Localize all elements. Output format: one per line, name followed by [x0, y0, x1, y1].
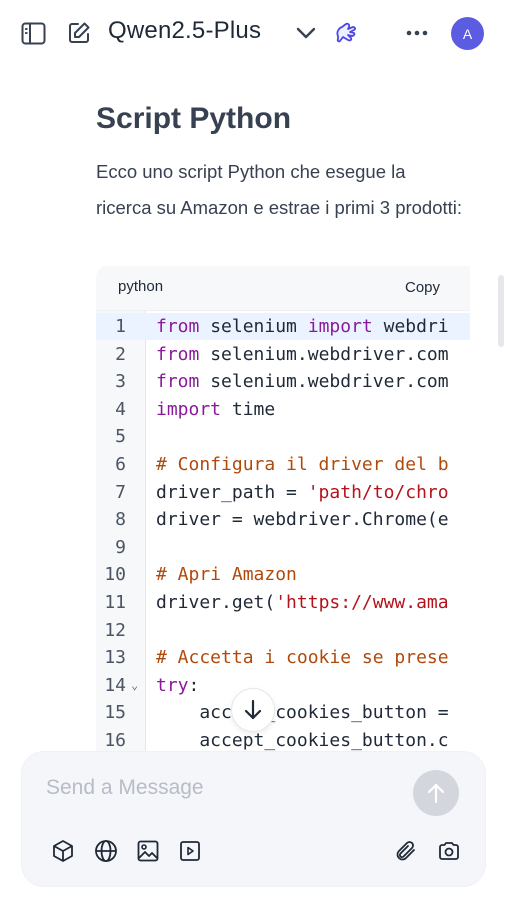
send-button[interactable]	[413, 770, 459, 816]
code-text: from selenium.webdriver.com	[156, 343, 449, 365]
code-line: 8 driver = webdriver.Chrome(e	[96, 506, 470, 534]
code-line: 10 # Apri Amazon	[96, 561, 470, 589]
code-text: driver.get('https://www.ama	[156, 592, 449, 613]
code-line: 6 # Configura il driver del b	[96, 451, 470, 479]
code-text: driver = webdriver.Chrome(e	[156, 509, 449, 531]
code-line: 1 from selenium import webdri	[96, 313, 470, 341]
model-selector[interactable]: Qwen2.5-Plus	[108, 17, 261, 45]
more-options-icon[interactable]	[404, 22, 430, 44]
cube-icon[interactable]	[50, 838, 76, 864]
code-line: 4 import time	[96, 396, 470, 424]
line-number: 3	[115, 371, 126, 393]
code-line: 14 ⌄ try:	[96, 672, 470, 700]
line-number: 8	[115, 509, 126, 531]
paperclip-icon[interactable]	[393, 838, 419, 864]
code-text: from selenium import webdri	[156, 316, 449, 337]
temporary-chat-icon[interactable]	[331, 18, 361, 48]
code-text: accept_cookies_button =	[156, 702, 449, 724]
message-heading: Script Python	[96, 102, 292, 135]
page-scrollbar[interactable]	[498, 275, 504, 347]
sidebar-toggle-icon[interactable]	[20, 20, 47, 47]
line-number: 16	[104, 730, 126, 751]
code-editor: 1 from selenium import webdri 2 from seleni…	[96, 310, 470, 766]
copy-code-button[interactable]: Copy	[405, 279, 440, 296]
line-number: 2	[115, 343, 126, 365]
code-text: driver_path = 'path/to/chro	[156, 481, 449, 503]
code-language-label: python	[118, 278, 164, 295]
line-number: 13	[104, 647, 126, 669]
code-line: 2 from selenium.webdriver.com	[96, 341, 470, 369]
code-block: python Copy 1 from selenium import webdri…	[96, 266, 470, 766]
line-number: 4	[115, 398, 126, 420]
line-number: 6	[115, 454, 126, 475]
line-number: 15	[104, 702, 126, 724]
code-text: # Accetta i cookie se prese	[156, 647, 449, 669]
arrow-down-icon	[244, 699, 262, 720]
scroll-to-bottom-button[interactable]	[231, 688, 275, 732]
code-text: # Apri Amazon	[156, 564, 297, 586]
code-line: 12	[96, 617, 470, 645]
top-bar: Qwen2.5-Plus A	[0, 0, 507, 66]
line-number: 1	[115, 316, 126, 337]
code-text: accept_cookies_button.c	[156, 730, 449, 751]
line-number: 14	[104, 674, 126, 696]
message-composer: Send a Message	[22, 752, 485, 886]
video-icon[interactable]	[177, 838, 203, 864]
line-number: 11	[104, 592, 126, 613]
avatar[interactable]: A	[451, 17, 484, 50]
globe-icon[interactable]	[93, 838, 119, 864]
message-input[interactable]: Send a Message	[46, 776, 204, 800]
code-block-header: python Copy	[96, 266, 470, 308]
line-number: 7	[115, 481, 126, 503]
line-number: 9	[115, 536, 126, 558]
chevron-down-icon[interactable]	[294, 22, 318, 44]
camera-icon[interactable]	[436, 838, 462, 864]
message-paragraph: Ecco uno script Python che esegue la ric…	[96, 161, 463, 218]
code-text: try:	[156, 674, 200, 696]
code-line: 13 # Accetta i cookie se prese	[96, 644, 470, 672]
line-number: 5	[115, 426, 126, 448]
code-line: 15 accept_cookies_button =	[96, 699, 470, 727]
code-text: # Configura il driver del b	[156, 454, 449, 475]
code-line: 3 from selenium.webdriver.com	[96, 368, 470, 396]
code-text: from selenium.webdriver.com	[156, 371, 449, 393]
line-number: 10	[104, 564, 126, 586]
image-icon[interactable]	[135, 838, 161, 864]
code-line: 9	[96, 534, 470, 562]
code-line: 16 accept_cookies_button.c	[96, 727, 470, 755]
new-chat-icon[interactable]	[66, 20, 92, 46]
code-line: 7 driver_path = 'path/to/chro	[96, 479, 470, 507]
arrow-up-icon	[427, 783, 445, 804]
code-text: import time	[156, 398, 276, 420]
line-number: 12	[104, 619, 126, 641]
fold-chevron-icon[interactable]: ⌄	[131, 672, 138, 700]
code-line: 11 driver.get('https://www.ama	[96, 589, 470, 617]
code-line: 5	[96, 423, 470, 451]
